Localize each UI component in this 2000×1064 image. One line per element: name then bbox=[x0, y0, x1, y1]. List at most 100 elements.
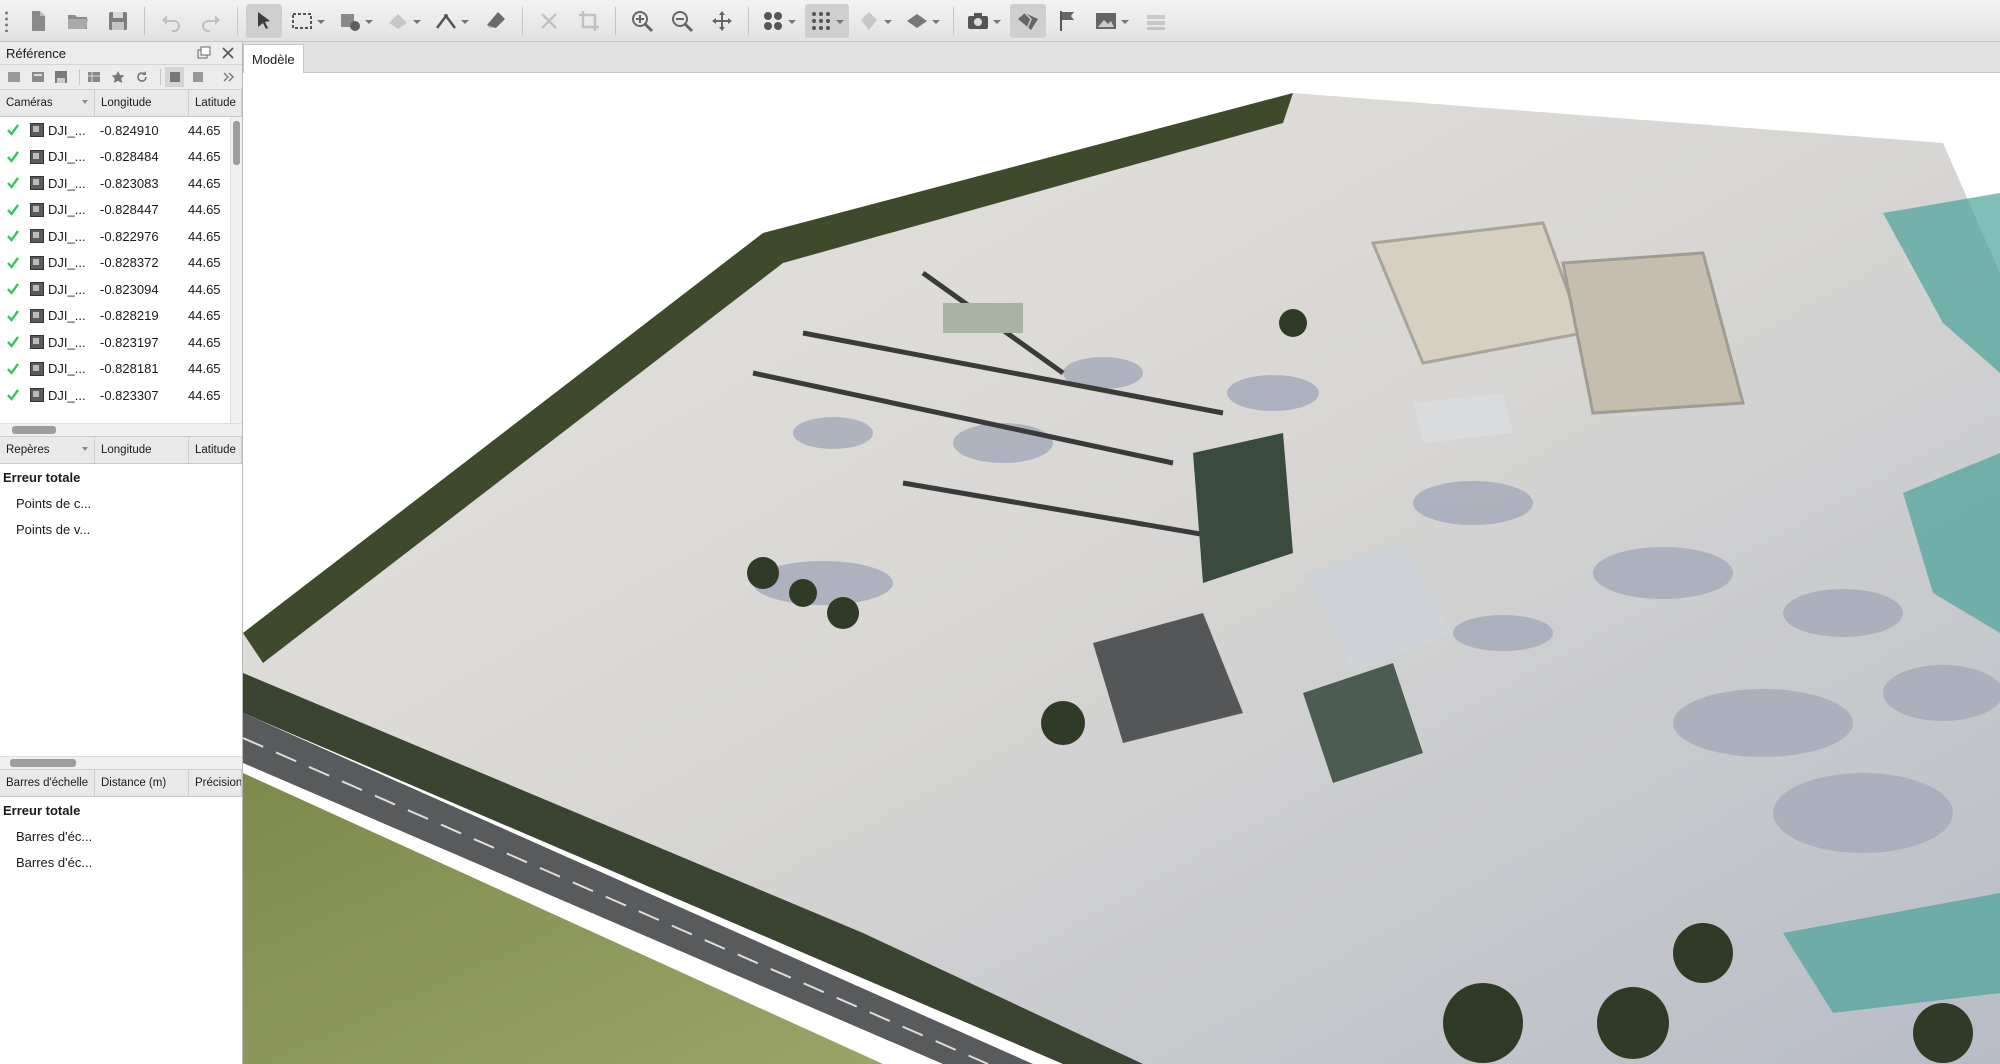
star-icon[interactable] bbox=[108, 67, 128, 87]
camera-name: DJI_... bbox=[48, 387, 86, 403]
scalebars-total-error[interactable]: Erreur totale bbox=[0, 797, 242, 823]
view-tab-bar: Modèle bbox=[243, 42, 2000, 73]
import-icon[interactable] bbox=[4, 67, 24, 87]
camera-name: DJI_... bbox=[48, 334, 86, 350]
table-row[interactable]: DJI_... -0.823094 44.65 bbox=[0, 276, 242, 303]
column-scalebars[interactable]: Barres d'échelle bbox=[0, 770, 95, 796]
view-source-icon[interactable] bbox=[164, 67, 185, 87]
points-icon[interactable] bbox=[757, 4, 801, 38]
checkbox-checked-icon[interactable] bbox=[0, 362, 26, 376]
save-icon[interactable] bbox=[100, 4, 136, 38]
camera-name: DJI_... bbox=[48, 308, 86, 324]
redo-icon[interactable] bbox=[193, 4, 229, 38]
close-icon[interactable] bbox=[220, 45, 236, 61]
markers-table: Erreur totale Points de c... Points de v… bbox=[0, 464, 242, 756]
checkbox-checked-icon[interactable] bbox=[0, 282, 26, 296]
checkbox-checked-icon[interactable] bbox=[0, 123, 26, 137]
camera-name: DJI_... bbox=[48, 255, 86, 271]
select-icon[interactable] bbox=[246, 3, 282, 38]
table-icon[interactable] bbox=[84, 67, 104, 87]
checkbox-checked-icon[interactable] bbox=[0, 335, 26, 349]
column-precision[interactable]: Précision bbox=[189, 770, 242, 796]
undo-icon[interactable] bbox=[153, 4, 189, 38]
camera-image-icon bbox=[26, 388, 48, 403]
model-viewport[interactable] bbox=[243, 73, 2000, 1064]
column-cameras[interactable]: Caméras bbox=[0, 90, 95, 116]
cameras-table-header: Caméras Longitude Latitude bbox=[0, 90, 242, 117]
camera-image-icon bbox=[26, 202, 48, 217]
toolbar-grip-icon[interactable] bbox=[2, 6, 12, 36]
camera-name: DJI_... bbox=[48, 149, 86, 165]
markers-total-error[interactable]: Erreur totale bbox=[0, 464, 242, 490]
table-row[interactable]: DJI_... -0.823083 44.65 bbox=[0, 170, 242, 197]
flag-icon[interactable] bbox=[1050, 4, 1086, 38]
table-row[interactable]: DJI_... -0.828484 44.65 bbox=[0, 144, 242, 171]
sort-arrow-icon bbox=[82, 447, 88, 451]
camera-name: DJI_... bbox=[48, 202, 86, 218]
model-icon[interactable] bbox=[1010, 3, 1046, 38]
panel-title: Référence bbox=[6, 45, 66, 61]
cameras-vertical-scrollbar[interactable] bbox=[230, 117, 242, 423]
camera-name: DJI_... bbox=[48, 361, 86, 377]
tab-model[interactable]: Modèle bbox=[243, 44, 304, 73]
checkbox-checked-icon[interactable] bbox=[0, 229, 26, 243]
stack-icon[interactable] bbox=[1138, 4, 1174, 38]
table-row[interactable]: DJI_... -0.828447 44.65 bbox=[0, 197, 242, 224]
camera-image-icon bbox=[26, 282, 48, 297]
brush-select-icon[interactable] bbox=[334, 4, 378, 38]
view-estimated-icon[interactable] bbox=[188, 67, 208, 87]
control-points-row[interactable]: Points de c... bbox=[0, 490, 242, 516]
save-table-icon[interactable] bbox=[52, 67, 72, 87]
column-longitude[interactable]: Longitude bbox=[95, 437, 189, 463]
tiepoint-icon[interactable] bbox=[853, 4, 897, 38]
panel-more-icon[interactable] bbox=[218, 67, 238, 87]
checkbox-checked-icon[interactable] bbox=[0, 309, 26, 323]
scalebar-row[interactable]: Barres d'éc... bbox=[0, 849, 242, 875]
checkbox-checked-icon[interactable] bbox=[0, 256, 26, 270]
open-icon[interactable] bbox=[60, 4, 96, 38]
cameras-horizontal-scrollbar[interactable] bbox=[0, 423, 242, 437]
scalebar-row[interactable]: Barres d'éc... bbox=[0, 823, 242, 849]
check-points-row[interactable]: Points de v... bbox=[0, 516, 242, 542]
crop-icon[interactable] bbox=[571, 4, 607, 38]
camera-name: DJI_... bbox=[48, 228, 86, 244]
reference-panel: Référence Caméras Longitude Latitude DJI… bbox=[0, 42, 243, 1064]
table-row[interactable]: DJI_... -0.823197 44.65 bbox=[0, 329, 242, 356]
export-icon[interactable] bbox=[28, 67, 48, 87]
zoom-out-icon[interactable] bbox=[664, 4, 700, 38]
column-latitude[interactable]: Latitude bbox=[189, 437, 242, 463]
column-latitude[interactable]: Latitude bbox=[189, 90, 242, 116]
eraser-icon[interactable] bbox=[478, 4, 514, 38]
image-icon[interactable] bbox=[1090, 4, 1134, 38]
undock-icon[interactable] bbox=[196, 45, 212, 61]
grid-icon[interactable] bbox=[805, 3, 849, 38]
shape-icon[interactable] bbox=[382, 4, 426, 38]
ruler-icon[interactable] bbox=[430, 4, 474, 38]
checkbox-checked-icon[interactable] bbox=[0, 388, 26, 402]
panel-header: Référence bbox=[0, 42, 242, 65]
move-icon[interactable] bbox=[704, 4, 740, 38]
checkbox-checked-icon[interactable] bbox=[0, 203, 26, 217]
delete-icon[interactable] bbox=[531, 4, 567, 38]
table-row[interactable]: DJI_... -0.823307 44.65 bbox=[0, 382, 242, 409]
checkbox-checked-icon[interactable] bbox=[0, 176, 26, 190]
rect-select-icon[interactable] bbox=[286, 4, 330, 38]
table-row[interactable]: DJI_... -0.828219 44.65 bbox=[0, 303, 242, 330]
table-row[interactable]: DJI_... -0.828181 44.65 bbox=[0, 356, 242, 383]
column-distance[interactable]: Distance (m) bbox=[95, 770, 189, 796]
column-markers[interactable]: Repères bbox=[0, 437, 95, 463]
checkbox-checked-icon[interactable] bbox=[0, 150, 26, 164]
refresh-icon[interactable] bbox=[132, 67, 152, 87]
new-icon[interactable] bbox=[20, 4, 56, 38]
zoom-in-icon[interactable] bbox=[624, 4, 660, 38]
camera-icon[interactable] bbox=[962, 4, 1006, 38]
main-toolbar bbox=[0, 0, 2000, 42]
toolbar-separator bbox=[522, 6, 523, 35]
table-row[interactable]: DJI_... -0.824910 44.65 bbox=[0, 117, 242, 144]
surface-icon[interactable] bbox=[901, 4, 945, 38]
camera-image-icon bbox=[26, 229, 48, 244]
column-longitude[interactable]: Longitude bbox=[95, 90, 189, 116]
table-row[interactable]: DJI_... -0.822976 44.65 bbox=[0, 223, 242, 250]
markers-horizontal-scrollbar[interactable] bbox=[0, 756, 242, 770]
table-row[interactable]: DJI_... -0.828372 44.65 bbox=[0, 250, 242, 277]
